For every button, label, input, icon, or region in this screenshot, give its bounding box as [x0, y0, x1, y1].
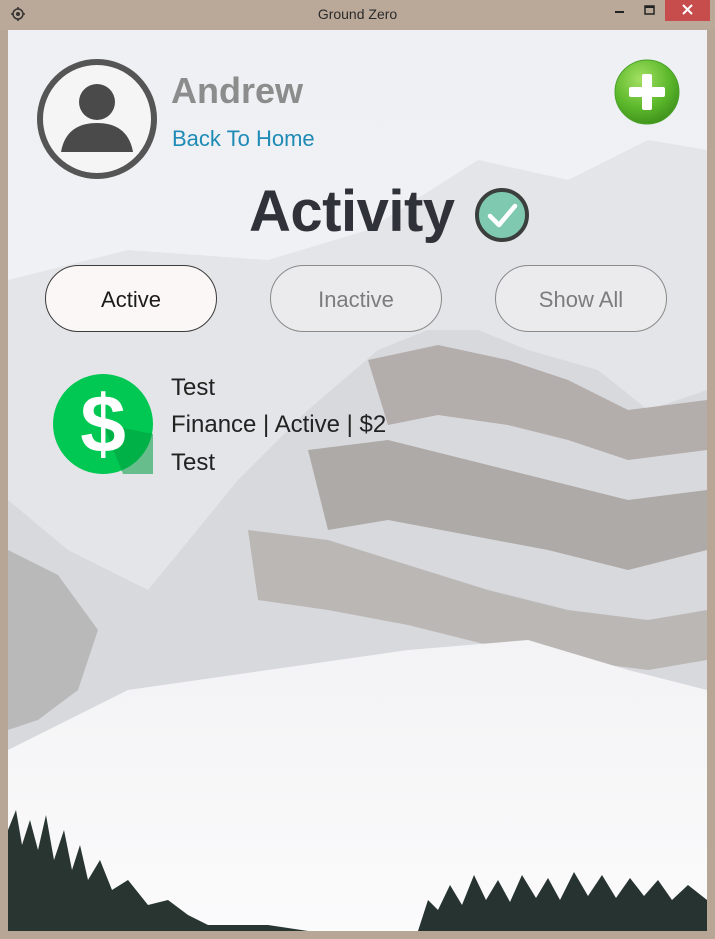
- profile-header: Andrew Back To Home: [8, 30, 707, 200]
- plus-icon: [614, 59, 680, 125]
- close-icon: [682, 4, 693, 15]
- user-name: Andrew: [171, 70, 304, 111]
- main-content: Andrew Back To Home Activity Active Inac…: [8, 30, 707, 931]
- minimize-button[interactable]: [604, 0, 634, 21]
- activity-description: Test: [171, 449, 216, 476]
- check-icon: [474, 187, 530, 243]
- svg-text:$: $: [80, 379, 126, 470]
- filter-active-button[interactable]: Active: [45, 265, 217, 332]
- activity-details: Finance | Active | $2: [171, 411, 387, 438]
- back-to-home-link[interactable]: Back To Home: [172, 126, 315, 152]
- page-title: Activity: [249, 179, 455, 244]
- minimize-icon: [615, 11, 624, 13]
- activity-list-item[interactable]: $ Test Finance | Active | $2 Test: [48, 370, 428, 490]
- avatar: [35, 57, 159, 181]
- user-avatar-icon: [37, 59, 157, 179]
- filter-show-all-button[interactable]: Show All: [495, 265, 667, 332]
- maximize-icon: [644, 5, 655, 15]
- maximize-button[interactable]: [634, 0, 664, 21]
- close-button[interactable]: [665, 0, 710, 21]
- add-activity-button[interactable]: [613, 58, 681, 126]
- dollar-icon: $: [53, 374, 153, 474]
- filter-inactive-button[interactable]: Inactive: [270, 265, 442, 332]
- activity-title: Test: [171, 374, 216, 401]
- window-titlebar[interactable]: Ground Zero: [0, 0, 715, 30]
